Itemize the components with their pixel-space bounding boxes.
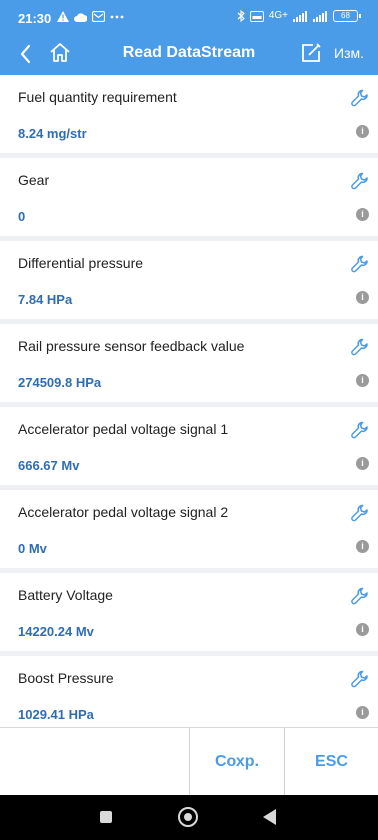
esc-button[interactable]: ESC [284, 728, 378, 796]
wrench-icon[interactable] [350, 254, 370, 274]
system-icons: 4G+ 68 [237, 10, 361, 22]
info-icon[interactable]: i [356, 208, 369, 221]
save-button[interactable]: Сохр. [189, 728, 284, 796]
list-item: Battery Voltage 14220.24 Mv i [0, 573, 378, 651]
info-icon[interactable]: i [356, 291, 369, 304]
wrench-icon[interactable] [350, 420, 370, 440]
info-icon[interactable]: i [356, 125, 369, 138]
warning-icon [57, 11, 69, 22]
wrench-icon[interactable] [350, 586, 370, 606]
edit-icon[interactable] [300, 42, 322, 64]
parameter-name: Differential pressure [18, 255, 144, 271]
notification-icons [57, 11, 124, 22]
bluetooth-icon [237, 10, 245, 22]
list-item: Gear 0 i [0, 158, 378, 236]
wrench-icon[interactable] [350, 171, 370, 191]
info-icon[interactable]: i [356, 623, 369, 636]
parameter-name: Rail pressure sensor feedback value [18, 338, 245, 354]
datastream-list[interactable]: Fuel quantity requirement 8.24 mg/str i … [0, 75, 378, 727]
parameter-name: Accelerator pedal voltage signal 1 [18, 421, 229, 437]
signal-icon [293, 10, 307, 22]
signal-icon-2 [313, 10, 327, 22]
parameter-name: Boost Pressure [18, 670, 114, 686]
info-icon[interactable]: i [356, 457, 369, 470]
parameter-value: 7.84 HPa [18, 292, 73, 307]
parameter-name: Battery Voltage [18, 587, 113, 603]
edit-button[interactable]: Изм. [334, 45, 364, 61]
volte-icon [249, 10, 264, 22]
parameter-value: 8.24 mg/str [18, 126, 87, 141]
network-type: 4G+ [268, 10, 288, 21]
app-header: Read DataStream Изм. [0, 34, 378, 75]
parameter-name: Gear [18, 172, 50, 188]
action-bar: Сохр. ESC [0, 727, 378, 796]
list-item: Accelerator pedal voltage signal 1 666.6… [0, 407, 378, 485]
wrench-icon[interactable] [350, 669, 370, 689]
wrench-icon[interactable] [350, 337, 370, 357]
list-item: Rail pressure sensor feedback value 2745… [0, 324, 378, 402]
parameter-value: 14220.24 Mv [18, 624, 94, 639]
parameter-name: Accelerator pedal voltage signal 2 [18, 504, 229, 520]
parameter-value: 274509.8 HPa [18, 375, 102, 390]
parameter-value: 1029.41 HPa [18, 707, 94, 722]
parameter-value: 0 [18, 209, 26, 224]
home-nav-icon[interactable] [178, 807, 198, 827]
battery-icon: 68 [333, 10, 361, 22]
list-item: Accelerator pedal voltage signal 2 0 Mv … [0, 490, 378, 568]
list-item: Boost Pressure 1029.41 HPa i [0, 656, 378, 727]
more-icon [110, 15, 124, 18]
action-slot-empty [0, 728, 189, 796]
list-item: Fuel quantity requirement 8.24 mg/str i [0, 75, 378, 153]
list-item: Differential pressure 7.84 HPa i [0, 241, 378, 319]
mail-icon [92, 11, 105, 22]
recent-apps-icon[interactable] [100, 811, 112, 823]
info-icon[interactable]: i [356, 374, 369, 387]
status-bar: 21:30 4G+ 68 [0, 0, 378, 34]
system-nav-bar [0, 795, 378, 840]
cloud-icon [74, 12, 87, 22]
parameter-name: Fuel quantity requirement [18, 89, 177, 105]
info-icon[interactable]: i [356, 540, 369, 553]
wrench-icon[interactable] [350, 88, 370, 108]
info-icon[interactable]: i [356, 706, 369, 719]
back-nav-icon[interactable] [263, 809, 276, 825]
wrench-icon[interactable] [350, 503, 370, 523]
parameter-value: 0 Mv [18, 541, 47, 556]
parameter-value: 666.67 Mv [18, 458, 80, 473]
status-time: 21:30 [18, 11, 52, 26]
